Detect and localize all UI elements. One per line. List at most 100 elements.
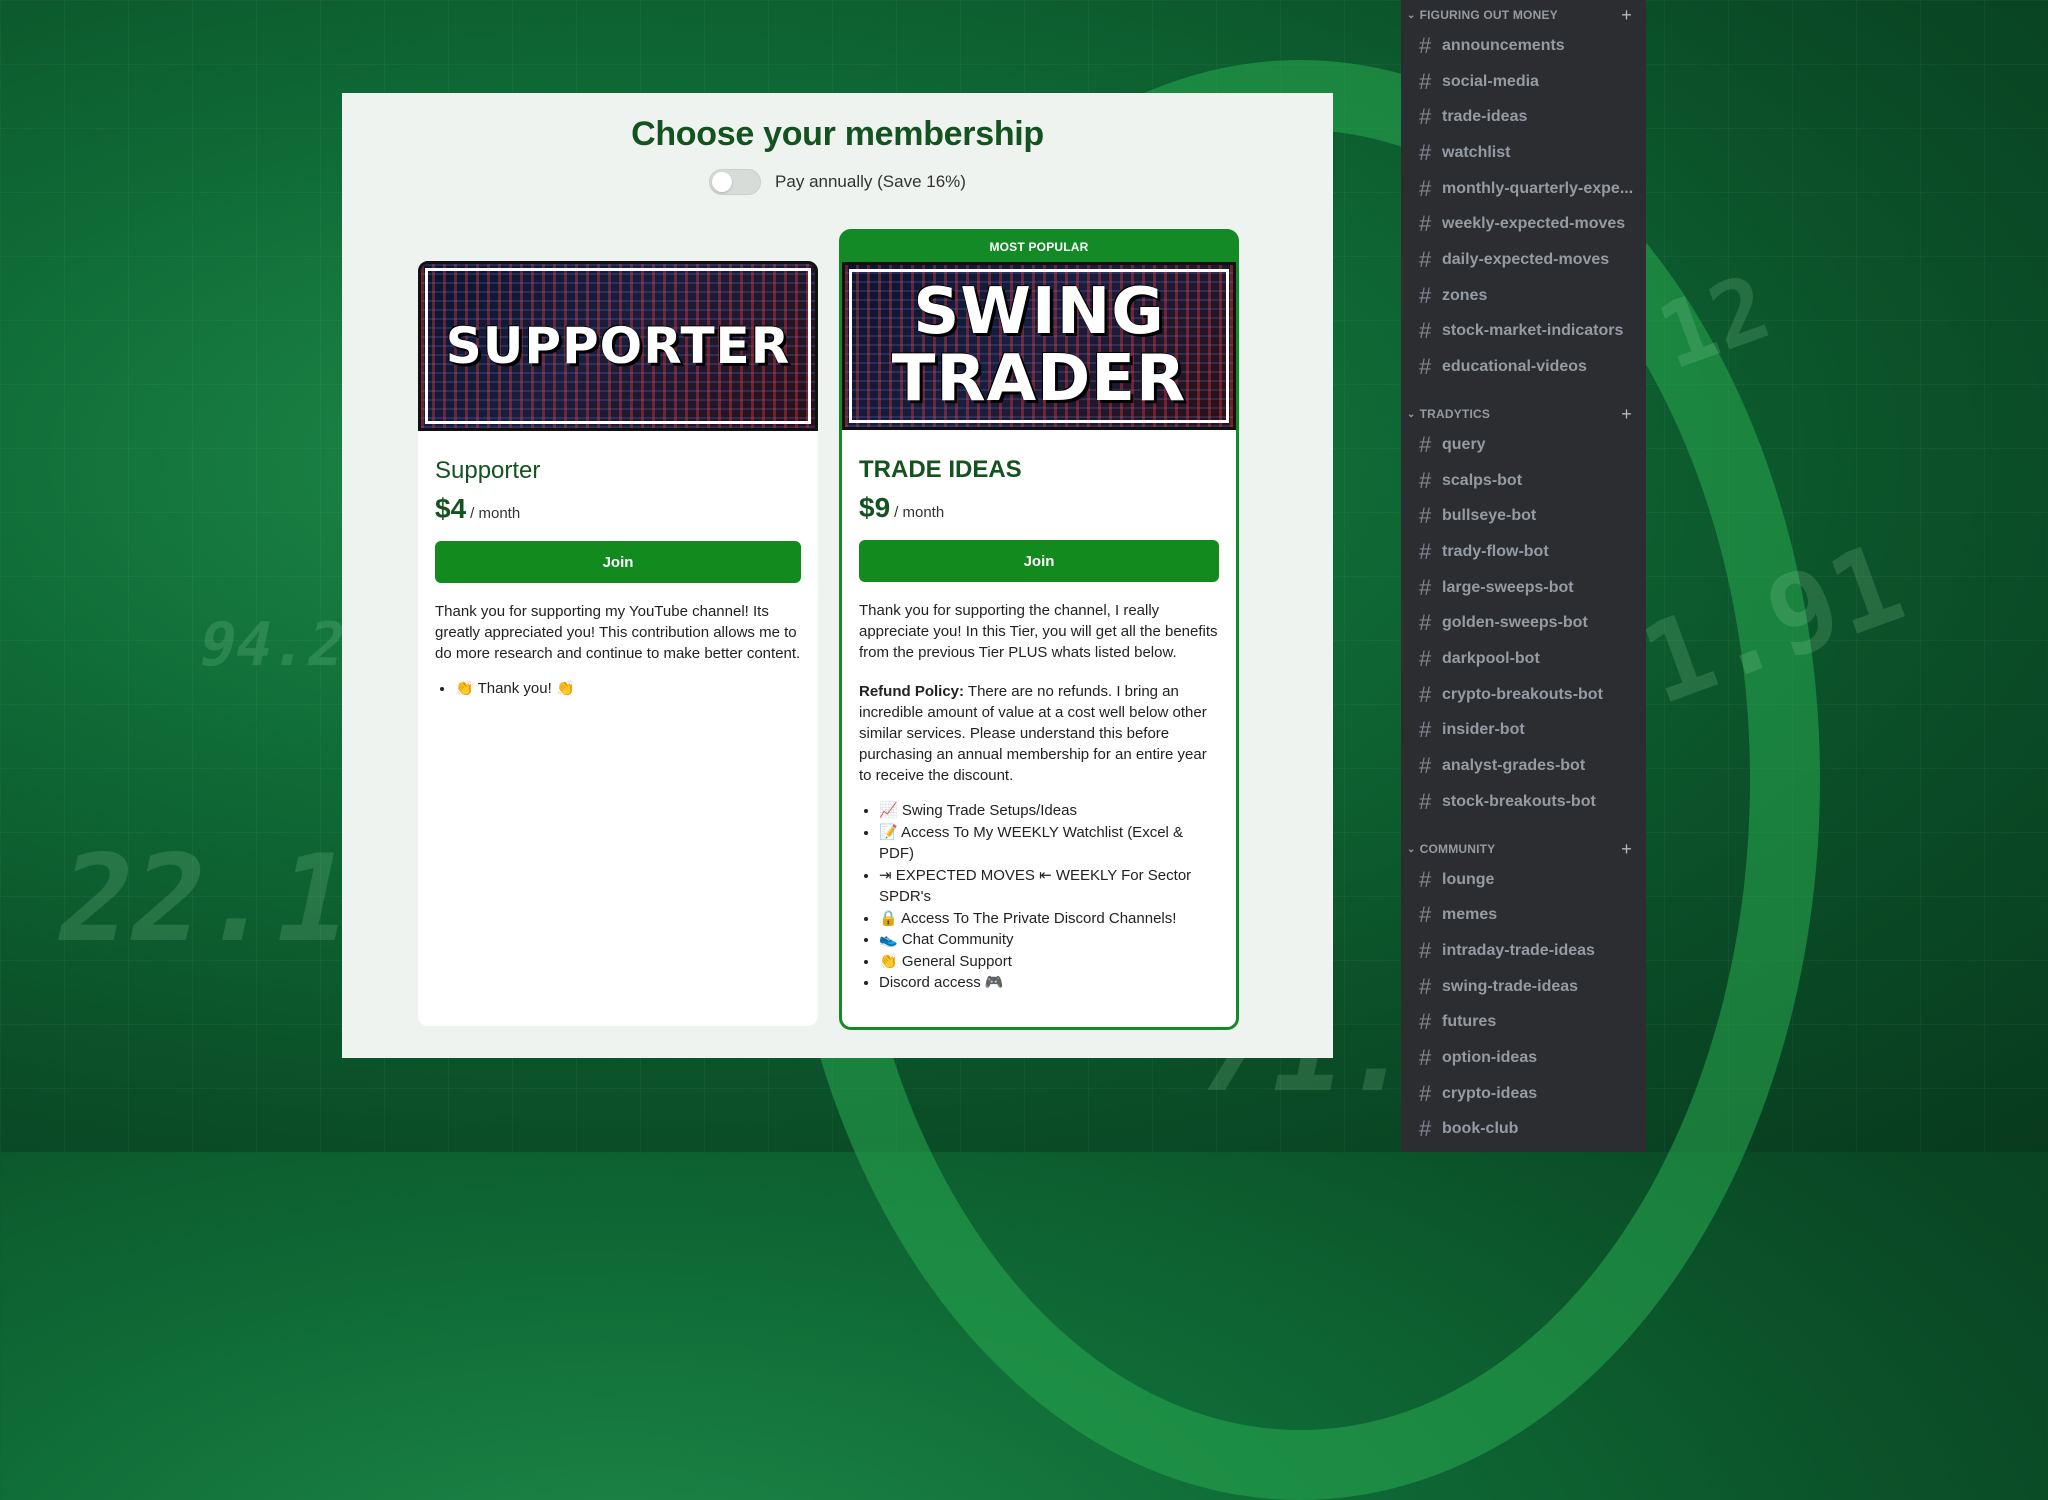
join-supporter-button[interactable]: Join: [435, 541, 801, 583]
channel-query[interactable]: # query: [1409, 428, 1638, 462]
hash-icon: #: [1419, 753, 1432, 778]
tier-card-trade-ideas: MOST POPULAR SWING TRADER TRADE IDEAS $9…: [839, 229, 1239, 1030]
channel-zones[interactable]: # zones: [1409, 279, 1638, 313]
channel-name: option-ideas: [1442, 1049, 1538, 1066]
hash-icon: #: [1419, 432, 1432, 457]
channel-lounge[interactable]: # lounge: [1409, 863, 1638, 897]
channel-name: zones: [1442, 287, 1488, 304]
channel-name: scalps-bot: [1442, 472, 1523, 489]
channel-crypto-breakouts-bot[interactable]: # crypto-breakouts-bot: [1409, 678, 1638, 712]
card-body: TRADE IDEAS $9 / month Join Thank you fo…: [842, 430, 1236, 994]
hash-icon: #: [1419, 503, 1432, 528]
tier-description: Thank you for supporting my YouTube chan…: [435, 603, 801, 662]
channel-futures[interactable]: # futures: [1409, 1005, 1638, 1039]
channel-bullseye-bot[interactable]: # bullseye-bot: [1409, 499, 1638, 533]
channel-trade-ideas[interactable]: # trade-ideas: [1409, 100, 1638, 134]
chevron-down-icon: ⌄: [1407, 408, 1416, 420]
hash-icon: #: [1419, 69, 1432, 94]
pay-annually-toggle[interactable]: [709, 169, 762, 195]
hash-icon: #: [1419, 682, 1432, 707]
benefit-item: 📈 Swing Trade Setups/Ideas: [879, 800, 1219, 822]
channel-name: futures: [1442, 1013, 1497, 1030]
hash-icon: #: [1419, 33, 1432, 58]
channel-educational-videos[interactable]: # educational-videos: [1409, 350, 1638, 384]
pay-annually-label: Pay annually (Save 16%): [775, 172, 966, 191]
channel-daily-expected-moves[interactable]: # daily-expected-moves: [1409, 243, 1638, 277]
channel-name: book-club: [1442, 1120, 1519, 1137]
channel-option-ideas[interactable]: # option-ideas: [1409, 1041, 1638, 1075]
join-trade-ideas-button[interactable]: Join: [859, 540, 1219, 582]
channel-analyst-grades-bot[interactable]: # analyst-grades-bot: [1409, 749, 1638, 783]
channel-monthly-quarterly-expected[interactable]: # monthly-quarterly-expe...: [1409, 172, 1638, 206]
channel-trady-flow-bot[interactable]: # trady-flow-bot: [1409, 535, 1638, 569]
benefit-item: 👏 Thank you! 👏: [455, 678, 801, 700]
benefit-item: 🔒 Access To The Private Discord Channels…: [879, 908, 1219, 930]
channel-stock-market-indicators[interactable]: # stock-market-indicators: [1409, 314, 1638, 348]
channel-book-club[interactable]: # book-club: [1409, 1112, 1638, 1146]
channel-name: educational-videos: [1442, 358, 1587, 375]
hash-icon: #: [1419, 283, 1432, 308]
toggle-knob: [712, 172, 733, 192]
channel-insider-bot[interactable]: # insider-bot: [1409, 713, 1638, 747]
category-label: TRADYTICS: [1419, 407, 1491, 421]
tier-name: Supporter: [435, 457, 541, 484]
channel-name: memes: [1442, 906, 1498, 923]
benefit-item: 📝 Access To My WEEKLY Watchlist (Excel &…: [879, 822, 1219, 865]
channel-name: social-media: [1442, 73, 1539, 90]
membership-modal: Choose your membership Pay annually (Sav…: [342, 93, 1333, 1058]
benefits-list: 📈 Swing Trade Setups/Ideas 📝 Access To M…: [859, 800, 1219, 994]
channel-darkpool-bot[interactable]: # darkpool-bot: [1409, 642, 1638, 676]
banner-text-line-1: SWING: [913, 274, 1165, 349]
benefit-item: 👟 Chat Community: [879, 929, 1219, 951]
chevron-down-icon: ⌄: [1407, 9, 1416, 21]
hash-icon: #: [1419, 938, 1432, 963]
add-channel-icon[interactable]: +: [1621, 5, 1632, 26]
tier-price: $4: [435, 493, 467, 524]
channel-weekly-expected-moves[interactable]: # weekly-expected-moves: [1409, 207, 1638, 241]
banner-text: SUPPORTER: [445, 317, 791, 375]
channel-announcements[interactable]: # announcements: [1409, 29, 1638, 63]
hash-icon: #: [1419, 318, 1432, 343]
channel-large-sweeps-bot[interactable]: # large-sweeps-bot: [1409, 571, 1638, 605]
category-figuring-out-money[interactable]: ⌄ FIGURING OUT MONEY +: [1401, 5, 1646, 25]
category-community[interactable]: ⌄ COMMUNITY +: [1401, 839, 1646, 859]
channel-crypto-ideas[interactable]: # crypto-ideas: [1409, 1077, 1638, 1111]
hash-icon: #: [1419, 176, 1432, 201]
add-channel-icon[interactable]: +: [1621, 404, 1632, 425]
channel-social-media[interactable]: # social-media: [1409, 65, 1638, 99]
channel-name: crypto-breakouts-bot: [1442, 686, 1603, 703]
hash-icon: #: [1419, 468, 1432, 493]
hash-icon: #: [1419, 902, 1432, 927]
channel-golden-sweeps-bot[interactable]: # golden-sweeps-bot: [1409, 606, 1638, 640]
channel-name: daily-expected-moves: [1442, 251, 1610, 268]
price-row: $9 / month: [859, 492, 1219, 524]
hash-icon: #: [1419, 575, 1432, 600]
add-channel-icon[interactable]: +: [1621, 839, 1632, 860]
channel-name: bullseye-bot: [1442, 507, 1537, 524]
channel-name: weekly-expected-moves: [1442, 215, 1626, 232]
hash-icon: #: [1419, 974, 1432, 999]
channel-name: stock-market-indicators: [1442, 322, 1624, 339]
channel-scalps-bot[interactable]: # scalps-bot: [1409, 464, 1638, 498]
channel-name: golden-sweeps-bot: [1442, 614, 1588, 631]
hash-icon: #: [1419, 646, 1432, 671]
channel-name: darkpool-bot: [1442, 650, 1540, 667]
tier-price: $9: [859, 492, 891, 523]
hash-icon: #: [1419, 867, 1432, 892]
banner-frame: SUPPORTER: [425, 268, 811, 424]
category-tradytics[interactable]: ⌄ TRADYTICS +: [1401, 404, 1646, 424]
channel-name: trady-flow-bot: [1442, 543, 1549, 560]
channel-name: insider-bot: [1442, 721, 1525, 738]
benefit-item: ⇥ EXPECTED MOVES ⇤ WEEKLY For Sector SPD…: [879, 865, 1219, 908]
channel-swing-trade-ideas[interactable]: # swing-trade-ideas: [1409, 970, 1638, 1004]
card-body: Supporter $4 / month Join Thank you for …: [418, 431, 818, 700]
channel-intraday-trade-ideas[interactable]: # intraday-trade-ideas: [1409, 934, 1638, 968]
channel-watchlist[interactable]: # watchlist: [1409, 136, 1638, 170]
channel-stock-breakouts-bot[interactable]: # stock-breakouts-bot: [1409, 785, 1638, 819]
channel-memes[interactable]: # memes: [1409, 898, 1638, 932]
channel-name: announcements: [1442, 37, 1565, 54]
hash-icon: #: [1419, 354, 1432, 379]
channel-name: lounge: [1442, 871, 1495, 888]
modal-title: Choose your membership: [631, 115, 1044, 153]
price-period: / month: [470, 505, 521, 522]
